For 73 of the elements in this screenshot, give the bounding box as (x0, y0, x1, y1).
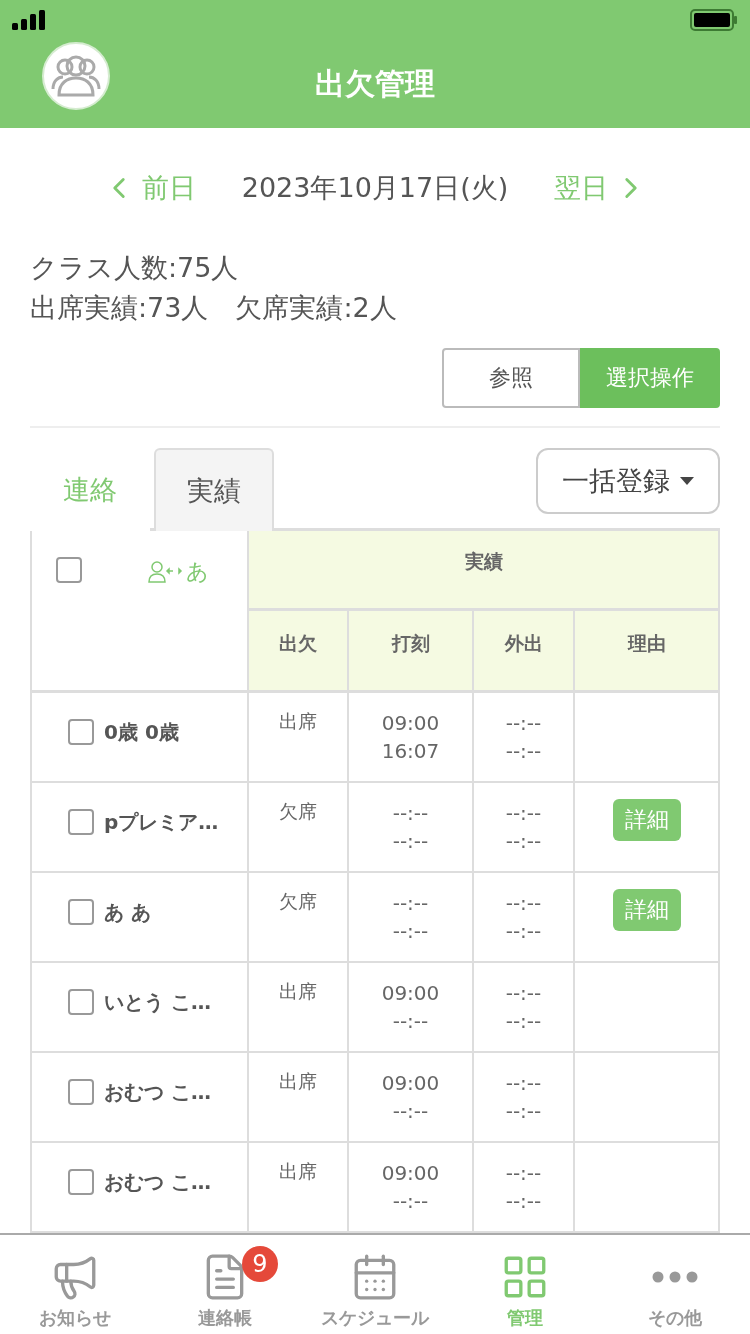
previous-day-button[interactable]: 前日 (101, 170, 196, 206)
child-name: あ あ (104, 899, 151, 926)
stamp-time: 09:00 (381, 1070, 440, 1097)
row-checkbox[interactable] (68, 809, 94, 835)
summary-text: クラス人数:75人 (30, 251, 240, 285)
battery-icon (690, 9, 738, 31)
outing-time: --:-- (505, 800, 542, 827)
attendance-status: 出席 (279, 979, 317, 1004)
column-group-header: 実績 (249, 531, 718, 611)
tab-bar-item[interactable]: 9 連絡帳 (150, 1235, 300, 1334)
child-name: おむつ こ… (104, 1079, 211, 1106)
caret-icon (680, 477, 694, 485)
attendance-status: 欠席 (279, 889, 317, 914)
bulk-register-button[interactable]: 一括登録 (536, 448, 720, 514)
child-name: おむつ こ… (104, 1169, 211, 1196)
more-icon (652, 1271, 698, 1283)
stamp-time: 16:07 (381, 738, 440, 765)
stamp-time: --:-- (392, 800, 429, 827)
outing-time: --:-- (505, 980, 542, 1007)
attendance-status: 出席 (279, 709, 317, 734)
stamp-time: --:-- (392, 828, 429, 855)
mode-toggle[interactable]: 選択操作 (580, 348, 720, 408)
column-header: 出欠 (249, 611, 349, 693)
next-day-button[interactable]: 翌日 (554, 170, 649, 206)
attendance-status: 欠席 (279, 799, 317, 824)
child-name: pプレミア… (104, 809, 219, 836)
stamp-time: --:-- (392, 1098, 429, 1125)
page-title: 出欠管理 (315, 64, 435, 103)
group-icon (51, 53, 101, 99)
outing-time: --:-- (505, 918, 542, 945)
child-name: 0歳 0歳 (104, 719, 179, 746)
row-checkbox[interactable] (68, 989, 94, 1015)
detail-button[interactable]: 詳細 (612, 889, 681, 931)
sort-toggle[interactable]: あ (148, 557, 209, 587)
stamp-time: --:-- (392, 918, 429, 945)
mode-toggle[interactable]: 参照 (442, 348, 580, 408)
select-all-checkbox[interactable] (56, 557, 82, 583)
outing-time: --:-- (505, 828, 542, 855)
outing-time: --:-- (505, 710, 542, 737)
row-checkbox[interactable] (68, 1169, 94, 1195)
outing-time: --:-- (505, 738, 542, 765)
outing-time: --:-- (505, 1098, 542, 1125)
stamp-time: 09:00 (381, 980, 440, 1007)
tab-bar-item[interactable]: その他 (600, 1235, 750, 1334)
outing-time: --:-- (505, 1188, 542, 1215)
child-name: いとう こ… (104, 989, 211, 1016)
stamp-time: --:-- (392, 1008, 429, 1035)
current-date: 2023年10月17日(火) (241, 171, 509, 205)
row-checkbox[interactable] (68, 719, 94, 745)
row-checkbox[interactable] (68, 1079, 94, 1105)
row-checkbox[interactable] (68, 899, 94, 925)
stamp-time: 09:00 (381, 710, 440, 737)
attendance-status: 出席 (279, 1159, 317, 1184)
summary-text: 出席実績:73人 欠席実績:2人 (30, 291, 398, 325)
column-header: 打刻 (349, 611, 474, 693)
outing-time: --:-- (505, 1008, 542, 1035)
tab-bar-item[interactable]: スケジュール (300, 1235, 450, 1334)
stamp-time: --:-- (392, 890, 429, 917)
tab-bar-item[interactable]: 管理 (450, 1235, 600, 1334)
stamp-time: --:-- (392, 1188, 429, 1215)
outing-time: --:-- (505, 890, 542, 917)
outing-time: --:-- (505, 1160, 542, 1187)
outing-time: --:-- (505, 1070, 542, 1097)
stamp-time: 09:00 (381, 1160, 440, 1187)
tab[interactable]: 実績 (154, 448, 274, 531)
notification-badge: 9 (242, 1246, 278, 1282)
attendance-status: 出席 (279, 1069, 317, 1094)
column-header: 外出 (474, 611, 575, 693)
column-header: 理由 (575, 611, 718, 693)
person-swap-icon (148, 561, 184, 583)
detail-button[interactable]: 詳細 (612, 799, 681, 841)
tab-bar-item[interactable]: お知らせ (0, 1235, 150, 1334)
signal-icon (12, 10, 46, 30)
